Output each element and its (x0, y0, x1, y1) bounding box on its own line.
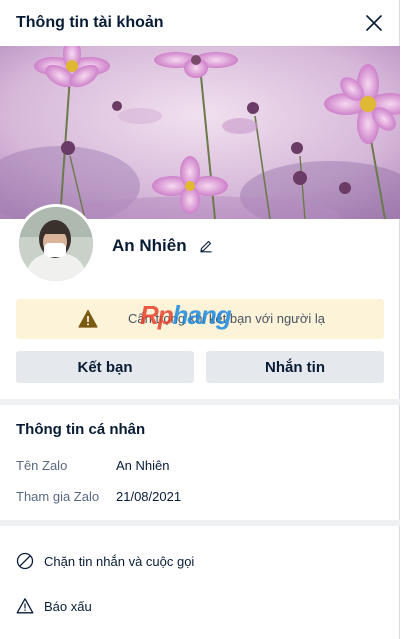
profile-name-row: An Nhiên (112, 236, 215, 256)
report-button[interactable]: Báo xấu (16, 597, 92, 615)
section-divider (0, 399, 400, 405)
close-icon (366, 15, 382, 31)
report-warning-icon (16, 597, 34, 615)
info-value: An Nhiên (116, 458, 170, 473)
flower-cover-image (0, 46, 400, 219)
info-label: Tham gia Zalo (16, 489, 100, 504)
section-divider (0, 520, 400, 526)
panel-header: Thông tin tài khoản (0, 0, 400, 46)
info-value: 21/08/2021 (116, 489, 182, 504)
block-label: Chặn tin nhắn và cuộc gọi (44, 553, 195, 569)
cover-photo[interactable] (0, 46, 400, 219)
avatar[interactable] (16, 204, 96, 284)
warning-triangle-icon (78, 309, 98, 328)
add-friend-button[interactable]: Kết bạn (16, 351, 194, 383)
watermark-logo: Rphang (140, 300, 232, 331)
info-row-join-date: Tham gia Zalo 21/08/2021 (16, 489, 181, 504)
close-button[interactable] (362, 11, 386, 35)
block-messages-calls-button[interactable]: Chặn tin nhắn và cuộc gọi (16, 552, 194, 570)
account-info-panel: Thông tin tài khoản An Nhiên Cẩn trọng k… (0, 0, 400, 639)
info-row-zalo-name: Tên Zalo An Nhiên (16, 458, 169, 473)
send-message-button[interactable]: Nhắn tin (206, 351, 384, 383)
panel-title: Thông tin tài khoản (16, 14, 164, 31)
profile-name: An Nhiên (112, 236, 187, 255)
report-label: Báo xấu (44, 598, 92, 614)
block-icon (16, 552, 34, 570)
watermark-part-1: Rp (140, 300, 174, 330)
personal-info-title: Thông tin cá nhân (16, 421, 146, 438)
avatar-photo (19, 207, 93, 281)
watermark-part-2: hang (172, 300, 232, 330)
info-label: Tên Zalo (16, 458, 68, 473)
pencil-icon[interactable] (197, 237, 215, 255)
